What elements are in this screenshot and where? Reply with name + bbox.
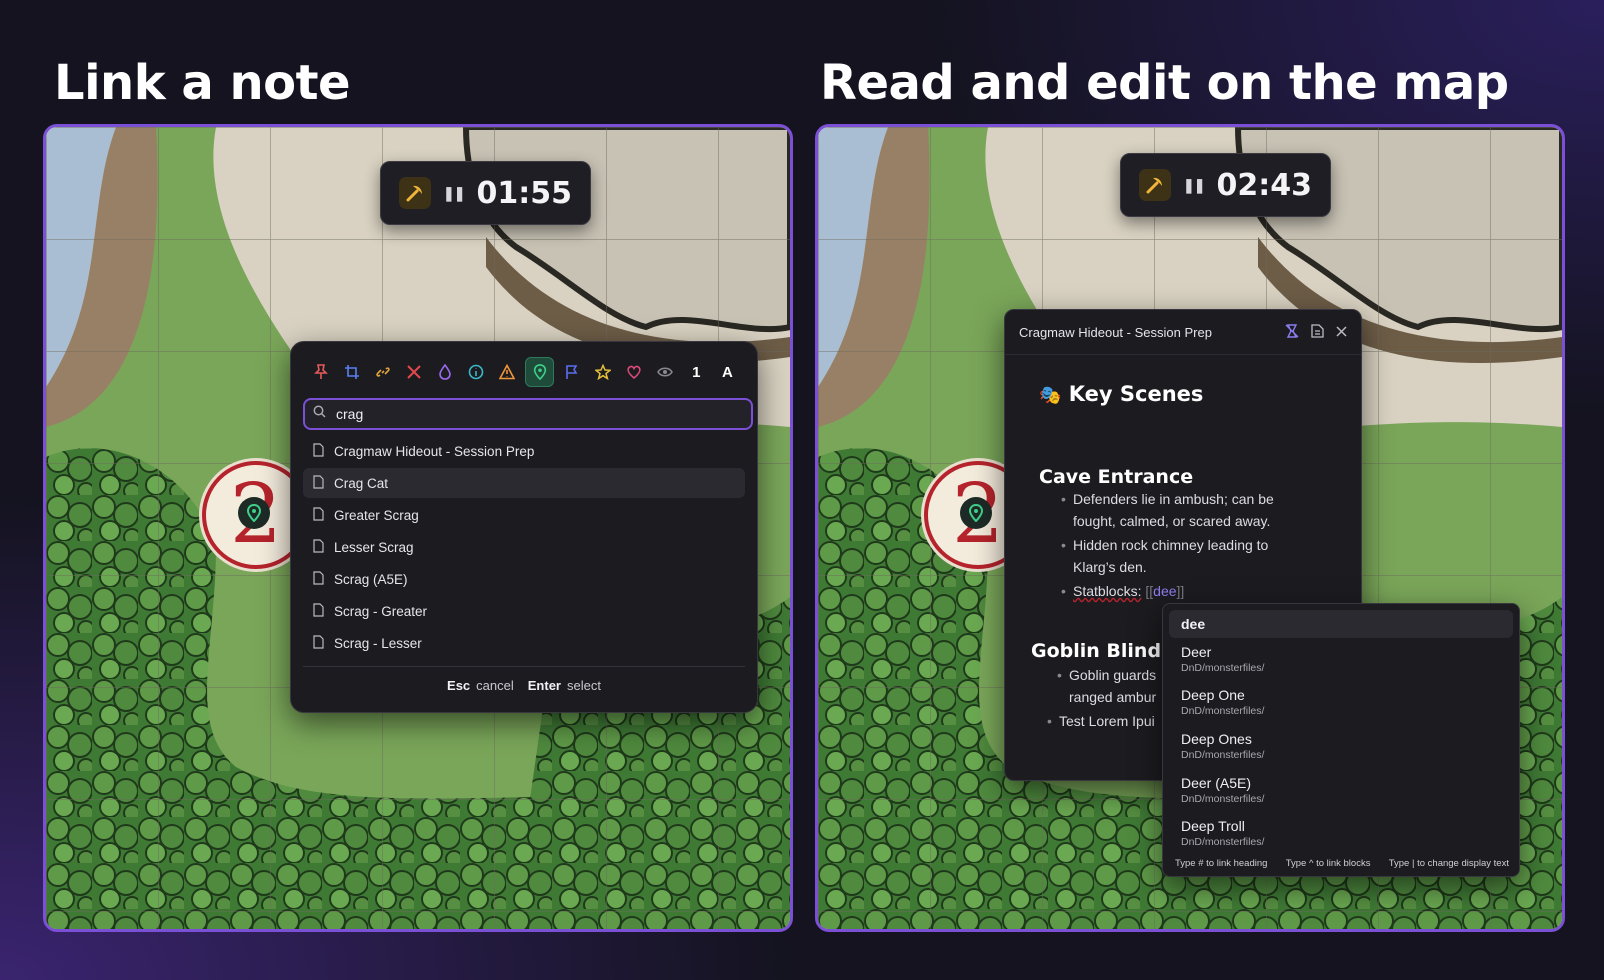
- search-icon: [313, 405, 326, 423]
- timer-time: 02:43: [1216, 167, 1312, 203]
- open-note-icon[interactable]: [1311, 323, 1324, 341]
- pickaxe-icon: [1139, 169, 1171, 201]
- list-item[interactable]: Lesser Scrag: [303, 532, 745, 562]
- flag-icon[interactable]: [558, 358, 585, 386]
- left-map-panel[interactable]: ❚❚ 01:55 2 1 A: [43, 124, 793, 932]
- map-pin-icon: [238, 497, 270, 529]
- bullet-item: Defenders lie in ambush; can befought, c…: [1061, 488, 1274, 532]
- pause-icon[interactable]: ❚❚: [443, 185, 465, 202]
- results-list: Cragmaw Hideout - Session Prep Crag Cat …: [303, 436, 745, 660]
- bullet-item: Test Lorem Ipui: [1047, 710, 1155, 732]
- letter-marker-button[interactable]: A: [714, 358, 741, 386]
- session-timer[interactable]: ❚❚ 02:43: [1120, 153, 1331, 217]
- bullet-item: Goblin guardsranged ambur: [1057, 664, 1156, 708]
- result-label: Scrag - Lesser: [334, 635, 422, 651]
- keyboard-hint: Esc cancel Enter select: [291, 678, 757, 693]
- file-icon: [313, 634, 324, 652]
- eye-icon[interactable]: [652, 358, 679, 386]
- heading-text: Key Scenes: [1068, 382, 1204, 406]
- skull-icon[interactable]: [400, 358, 427, 386]
- divider: [303, 666, 745, 667]
- map-pin-icon: [960, 497, 992, 529]
- unlink-icon[interactable]: [1285, 323, 1299, 341]
- wiki-link[interactable]: dee: [1153, 583, 1176, 599]
- footer-hint: Type ^ to link blocks: [1285, 858, 1371, 869]
- list-item[interactable]: Scrag (A5E): [303, 564, 745, 594]
- result-label: Cragmaw Hideout - Session Prep: [334, 443, 535, 459]
- esc-key: Esc: [447, 678, 471, 693]
- heart-icon[interactable]: [620, 358, 647, 386]
- pickaxe-icon: [399, 177, 431, 209]
- enter-action: select: [566, 678, 601, 693]
- suggestion-item[interactable]: Deep Ones DnD/monsterfiles/: [1181, 731, 1264, 761]
- section-heading: Cave Entrance: [1039, 466, 1194, 488]
- warning-icon[interactable]: [494, 358, 521, 386]
- right-map-panel[interactable]: ❚❚ 02:43 2 Cragmaw Hideout - Session Pre…: [815, 124, 1565, 932]
- suggestion-item[interactable]: Deep One DnD/monsterfiles/: [1181, 687, 1264, 717]
- search-field[interactable]: [303, 398, 753, 430]
- map-pin-icon[interactable]: [524, 357, 555, 387]
- result-label: Lesser Scrag: [334, 539, 414, 555]
- list-item[interactable]: Scrag - Lesser: [303, 628, 745, 658]
- pause-icon[interactable]: ❚❚: [1183, 177, 1205, 194]
- bullet-item: Statblocks: [[dee]]: [1061, 580, 1184, 602]
- right-heading: Read and edit on the map: [820, 55, 1509, 111]
- link-icon[interactable]: [369, 358, 396, 386]
- file-icon: [313, 570, 324, 588]
- file-icon: [313, 442, 324, 460]
- result-label: Scrag - Greater: [334, 603, 428, 619]
- left-heading: Link a note: [54, 55, 351, 111]
- suggestion-item[interactable]: Deer (A5E) DnD/monsterfiles/: [1181, 775, 1264, 805]
- theater-masks-icon: 🎭: [1039, 385, 1062, 406]
- result-label: Scrag (A5E): [334, 571, 408, 587]
- enter-key: Enter: [527, 678, 561, 693]
- bullet-item: Hidden rock chimney leading toKlarg’s de…: [1061, 534, 1268, 578]
- esc-action: cancel: [476, 678, 514, 693]
- result-label: Crag Cat: [334, 475, 389, 491]
- icon-toolbar: 1 A: [307, 356, 741, 388]
- link-note-dialog: 1 A Cragmaw Hideout - Session Prep Crag …: [290, 341, 758, 713]
- suggestion-footer: Type # to link heading Type ^ to link bl…: [1175, 858, 1509, 869]
- list-item[interactable]: Crag Cat: [303, 468, 745, 498]
- result-label: Greater Scrag: [334, 507, 419, 523]
- info-icon[interactable]: [463, 358, 490, 386]
- pin-icon[interactable]: [307, 358, 334, 386]
- note-header: Cragmaw Hideout - Session Prep: [1005, 310, 1361, 355]
- list-item[interactable]: Cragmaw Hideout - Session Prep: [303, 436, 745, 466]
- link-suggestions: dee Deer DnD/monsterfiles/ Deep One DnD/mo…: [1162, 603, 1520, 877]
- file-icon: [313, 602, 324, 620]
- file-icon: [313, 506, 324, 524]
- list-item[interactable]: Greater Scrag: [303, 500, 745, 530]
- suggestion-item[interactable]: Deer DnD/monsterfiles/: [1181, 644, 1264, 674]
- footer-hint: Type # to link heading: [1175, 858, 1268, 869]
- suggestion-query: dee: [1169, 610, 1513, 638]
- file-icon: [313, 474, 324, 492]
- note-title: Cragmaw Hideout - Session Prep: [1019, 324, 1212, 340]
- close-icon[interactable]: [1336, 325, 1347, 340]
- crop-icon[interactable]: [338, 358, 365, 386]
- footer-hint: Type | to change display text: [1388, 858, 1509, 869]
- note-heading: 🎭 Key Scenes: [1039, 382, 1203, 406]
- star-icon[interactable]: [589, 358, 616, 386]
- file-icon: [313, 538, 324, 556]
- search-input[interactable]: [334, 405, 718, 423]
- suggestion-item[interactable]: Deep Troll DnD/monsterfiles/: [1181, 818, 1264, 848]
- timer-time: 01:55: [476, 175, 572, 211]
- list-item[interactable]: Scrag - Greater: [303, 596, 745, 626]
- number-marker-button[interactable]: 1: [683, 358, 710, 386]
- session-timer[interactable]: ❚❚ 01:55: [380, 161, 591, 225]
- droplet-icon[interactable]: [432, 358, 459, 386]
